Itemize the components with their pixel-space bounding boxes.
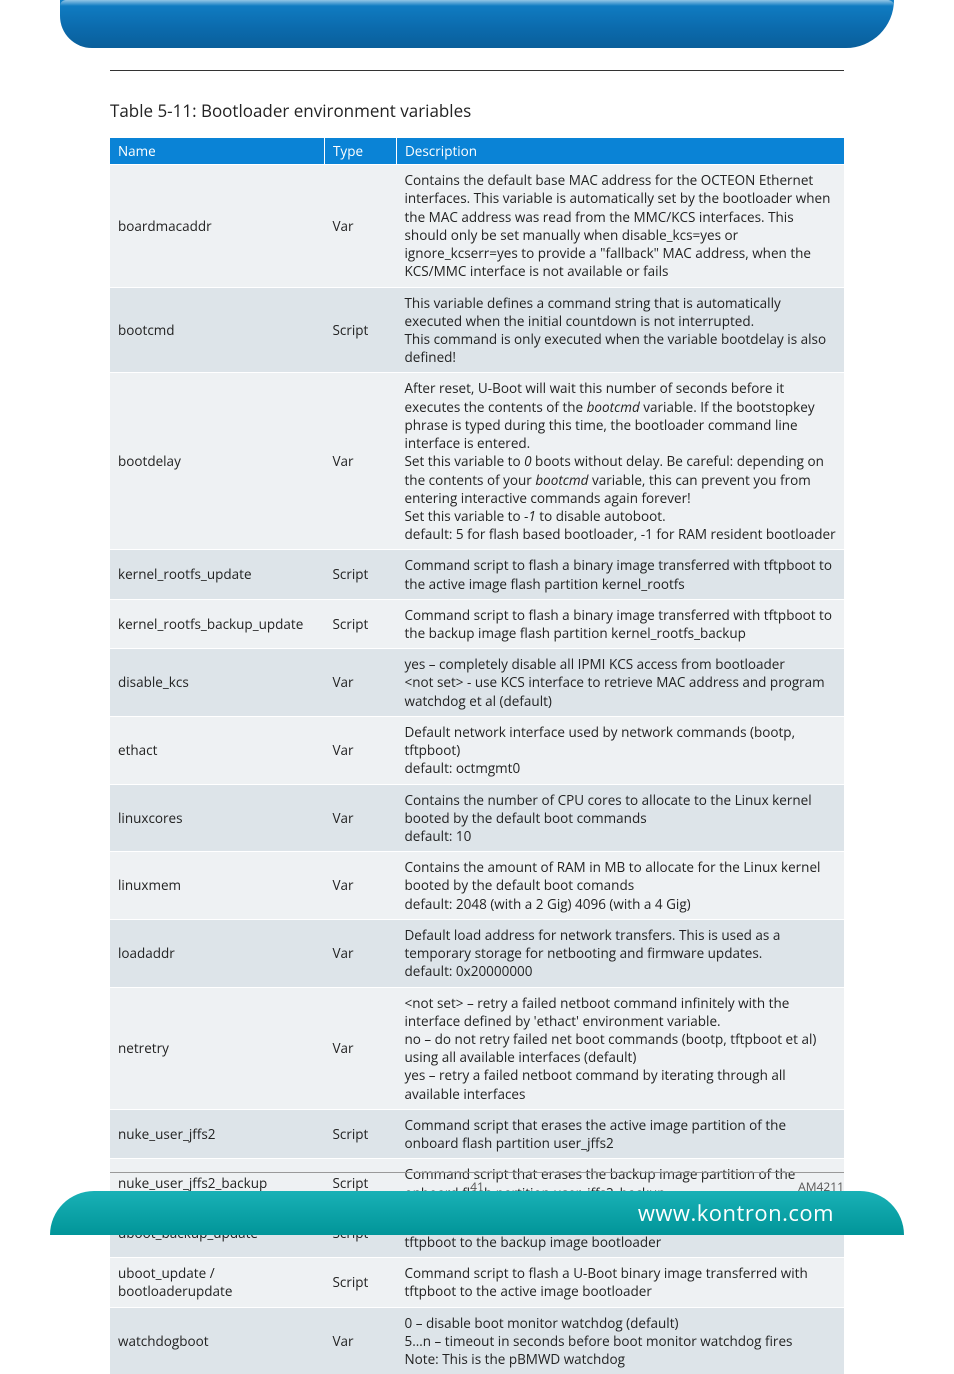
top-banner (60, 0, 894, 48)
table-row: bootdelayVarAfter reset, U-Boot will wai… (110, 373, 844, 550)
cell-name: linuxmem (110, 852, 325, 920)
table-row: kernel_rootfs_backup_updateScriptCommand… (110, 599, 844, 648)
cell-name: kernel_rootfs_backup_update (110, 599, 325, 648)
cell-description: 0 – disable boot monitor watchdog (defau… (397, 1307, 845, 1374)
cell-name: loadaddr (110, 919, 325, 987)
cell-description: Contains the number of CPU cores to allo… (397, 784, 845, 852)
cell-description: Default load address for network transfe… (397, 919, 845, 987)
cell-name: netretry (110, 987, 325, 1109)
cell-type: Var (325, 1307, 397, 1374)
cell-name: uboot_update / bootloaderupdate (110, 1258, 325, 1307)
th-name: Name (110, 138, 325, 165)
cell-name: watchdogboot (110, 1307, 325, 1374)
divider-bottom (110, 1172, 844, 1173)
divider-top (110, 70, 844, 71)
cell-type: Script (325, 550, 397, 599)
cell-description: yes – completely disable all IPMI KCS ac… (397, 649, 845, 717)
cell-type: Var (325, 165, 397, 287)
cell-description: Command script to flash a U-Boot binary … (397, 1258, 845, 1307)
table-row: watchdogbootVar0 – disable boot monitor … (110, 1307, 844, 1374)
table-row: boardmacaddrVarContains the default base… (110, 165, 844, 287)
table-row: nuke_user_jffs2ScriptCommand script that… (110, 1109, 844, 1158)
cell-name: kernel_rootfs_update (110, 550, 325, 599)
table-row: bootcmdScriptThis variable defines a com… (110, 287, 844, 373)
cell-name: bootcmd (110, 287, 325, 373)
table-row: linuxmemVarContains the amount of RAM in… (110, 852, 844, 920)
cell-type: Var (325, 784, 397, 852)
cell-description: Default network interface used by networ… (397, 716, 845, 784)
cell-description: Command script to flash a binary image t… (397, 599, 845, 648)
page: Table 5-11: Bootloader environment varia… (0, 0, 954, 1235)
cell-type: Var (325, 919, 397, 987)
cell-type: Script (325, 599, 397, 648)
table-row: uboot_update / bootloaderupdateScriptCom… (110, 1258, 844, 1307)
cell-name: ethact (110, 716, 325, 784)
table-head: Name Type Description (110, 138, 844, 165)
cell-type: Var (325, 716, 397, 784)
cell-name: bootdelay (110, 373, 325, 550)
cell-name: boardmacaddr (110, 165, 325, 287)
cell-name: nuke_user_jffs2 (110, 1109, 325, 1158)
cell-type: Var (325, 852, 397, 920)
bottom-banner: www.kontron.com (50, 1191, 904, 1235)
cell-name: disable_kcs (110, 649, 325, 717)
cell-type: Script (325, 287, 397, 373)
cell-description: Command script to flash a binary image t… (397, 550, 845, 599)
cell-description: <not set> – retry a failed netboot comma… (397, 987, 845, 1109)
cell-description: After reset, U-Boot will wait this numbe… (397, 373, 845, 550)
footer-site: www.kontron.com (638, 1198, 834, 1228)
cell-name: linuxcores (110, 784, 325, 852)
table-row: linuxcoresVarContains the number of CPU … (110, 784, 844, 852)
table-row: kernel_rootfs_updateScriptCommand script… (110, 550, 844, 599)
table-row: netretryVar<not set> – retry a failed ne… (110, 987, 844, 1109)
cell-type: Var (325, 373, 397, 550)
cell-description: Contains the amount of RAM in MB to allo… (397, 852, 845, 920)
cell-type: Var (325, 987, 397, 1109)
th-type: Type (325, 138, 397, 165)
th-description: Description (397, 138, 845, 165)
cell-type: Script (325, 1109, 397, 1158)
cell-description: Command script that erases the active im… (397, 1109, 845, 1158)
cell-type: Var (325, 649, 397, 717)
cell-description: This variable defines a command string t… (397, 287, 845, 373)
table-row: loadaddrVarDefault load address for netw… (110, 919, 844, 987)
table-title: Table 5-11: Bootloader environment varia… (110, 99, 844, 122)
cell-description: Contains the default base MAC address fo… (397, 165, 845, 287)
table-row: disable_kcsVaryes – completely disable a… (110, 649, 844, 717)
cell-type: Script (325, 1258, 397, 1307)
table-row: ethactVarDefault network interface used … (110, 716, 844, 784)
